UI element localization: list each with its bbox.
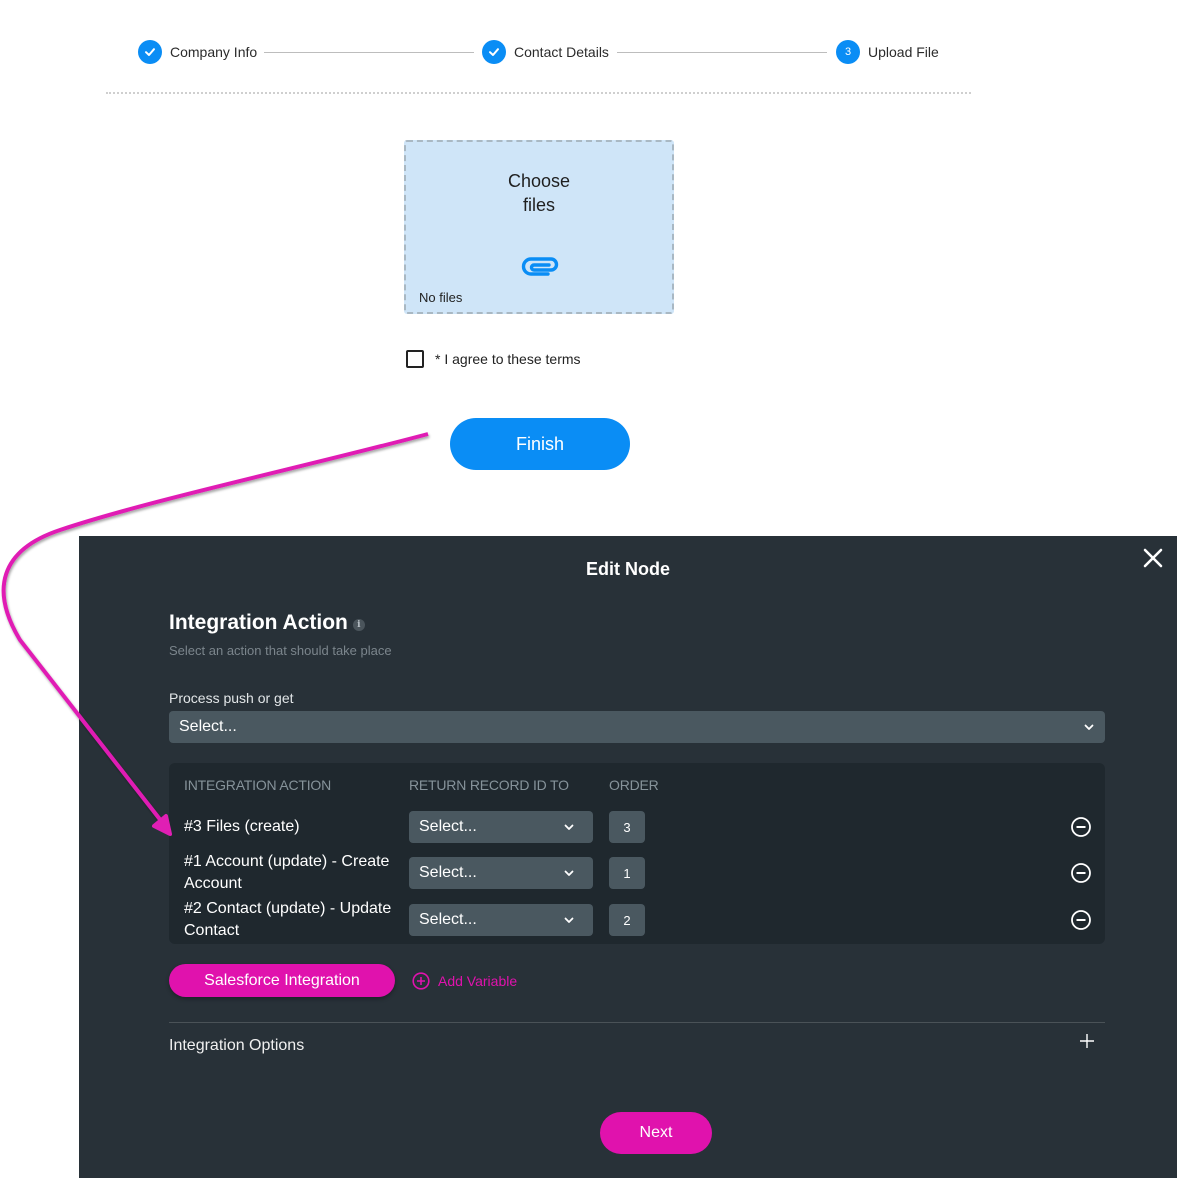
step-label: Company Info (170, 44, 258, 60)
remove-circle-icon[interactable] (1070, 816, 1092, 838)
integration-row-files: #3 Files (create) Select... 3 (169, 811, 1105, 855)
step-upload-file[interactable]: 3 Upload File (836, 40, 939, 64)
finish-button[interactable]: Finish (450, 418, 630, 470)
terms-label: * I agree to these terms (435, 351, 581, 367)
section-divider (106, 92, 971, 94)
choose-files-line1: Choose (507, 171, 571, 191)
section-subtitle: Select an action that should take place (169, 643, 392, 658)
remove-circle-icon[interactable] (1070, 909, 1092, 931)
check-icon (138, 40, 162, 64)
select-value: Select... (419, 864, 477, 881)
section-title: Integration Action i (169, 611, 365, 635)
integration-action-name: #3 Files (create) (184, 818, 300, 835)
column-header-return-record: RETURN RECORD ID TO (409, 777, 569, 793)
order-input[interactable]: 1 (609, 857, 645, 889)
column-header-integration-action: INTEGRATION ACTION (184, 777, 332, 793)
chevron-down-icon (564, 824, 574, 830)
modal-title: Edit Node (586, 559, 670, 579)
step-contact-details[interactable]: Contact Details (482, 40, 609, 64)
return-record-select[interactable]: Select... (409, 904, 593, 936)
process-push-get-select[interactable]: Select... (169, 711, 1105, 743)
divider (169, 1022, 1105, 1023)
next-button[interactable]: Next (600, 1112, 712, 1154)
choose-files-label: Choose files (406, 169, 672, 217)
check-icon (482, 40, 506, 64)
integration-row-contact: #2 Contact (update) - Update Contact Sel… (169, 900, 1105, 948)
step-connector (617, 52, 827, 53)
order-input[interactable]: 3 (609, 811, 645, 843)
integration-row-account: #1 Account (update) - Create Account Sel… (169, 853, 1105, 901)
integration-options-label: Integration Options (169, 1037, 305, 1054)
add-variable-label: Add Variable (438, 973, 518, 989)
progress-stepper: Company Info Contact Details 3 Upload Fi… (138, 40, 939, 64)
step-number-badge: 3 (836, 40, 860, 64)
integration-actions-table: INTEGRATION ACTION RETURN RECORD ID TO O… (169, 763, 1105, 944)
column-header-order: ORDER (609, 777, 659, 793)
info-icon[interactable]: i (352, 619, 365, 631)
choose-files-line2: files (522, 195, 555, 215)
salesforce-integration-button[interactable]: Salesforce Integration (169, 964, 395, 997)
step-label: Upload File (868, 44, 939, 60)
upload-status: No files (419, 290, 463, 305)
close-icon[interactable] (1141, 546, 1165, 570)
integration-action-name: #1 Account (update) - Create Account (184, 853, 390, 892)
select-value: Select... (179, 718, 237, 735)
integration-action-name: #2 Contact (update) - Update Contact (184, 900, 392, 939)
add-variable-button[interactable]: Add Variable (412, 972, 517, 990)
expand-plus-icon[interactable] (1080, 1034, 1094, 1048)
chevron-down-icon (1084, 724, 1094, 730)
remove-circle-icon[interactable] (1070, 862, 1092, 884)
terms-checkbox[interactable] (406, 350, 424, 368)
chevron-down-icon (564, 870, 574, 876)
order-input[interactable]: 2 (609, 904, 645, 936)
select-value: Select... (419, 911, 477, 928)
edit-node-modal: Edit Node Integration Action i Select an… (79, 536, 1177, 1178)
terms-agreement: * I agree to these terms (406, 350, 581, 368)
step-label: Contact Details (514, 44, 609, 60)
plus-circle-icon (412, 972, 430, 990)
paperclip-icon (521, 257, 559, 276)
return-record-select[interactable]: Select... (409, 811, 593, 843)
chevron-down-icon (564, 917, 574, 923)
integration-action-heading: Integration Action (169, 611, 348, 634)
step-connector (264, 52, 474, 53)
step-company-info[interactable]: Company Info (138, 40, 257, 64)
file-upload-dropzone[interactable]: Choose files No files (404, 140, 674, 314)
return-record-select[interactable]: Select... (409, 857, 593, 889)
process-label: Process push or get (169, 690, 294, 706)
select-value: Select... (419, 818, 477, 835)
